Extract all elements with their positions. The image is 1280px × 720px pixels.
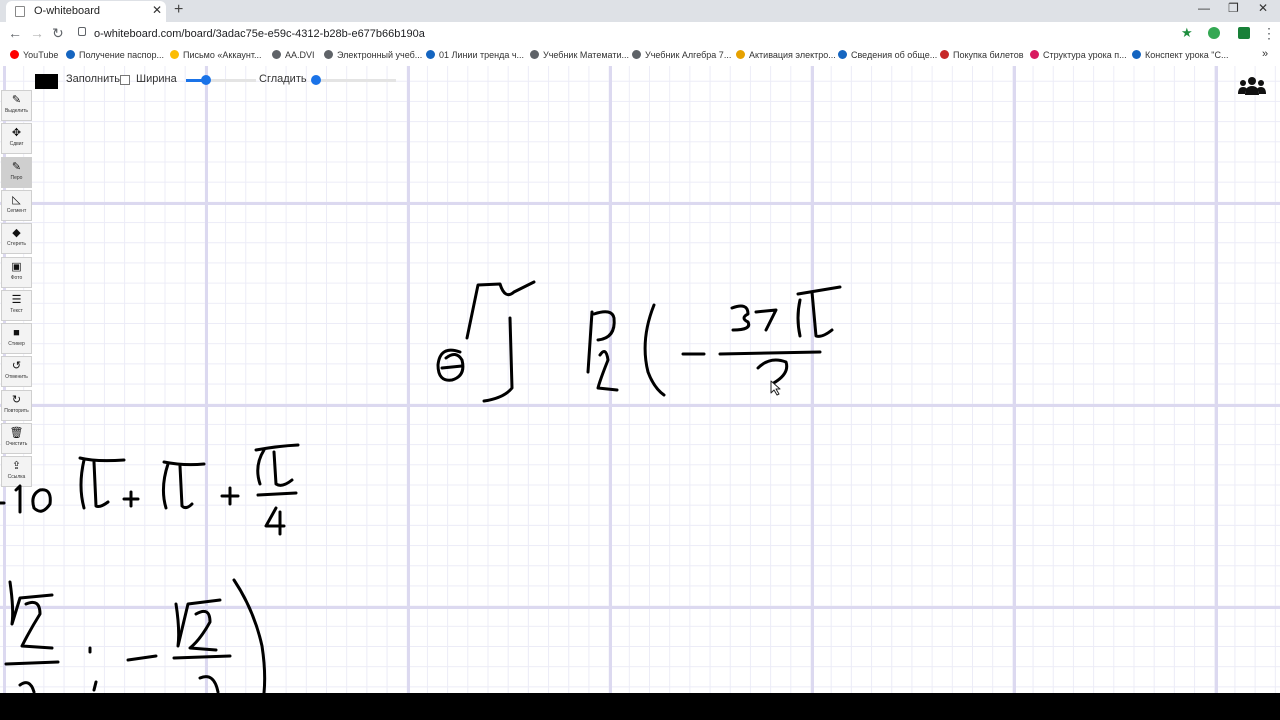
- ink-stroke: [482, 316, 514, 403]
- ink-stroke: [14, 484, 22, 514]
- ink-stroke: [586, 310, 594, 374]
- ink-stroke: [256, 448, 266, 486]
- ink-stroke: [730, 304, 751, 332]
- ink-stroke: [161, 462, 170, 510]
- ink-stroke: [162, 460, 206, 467]
- ink-stroke: [718, 350, 822, 356]
- ink-stroke: [178, 464, 194, 510]
- ink-stroke: [256, 491, 298, 497]
- ink-stroke: [220, 486, 240, 506]
- ink-stroke: [198, 675, 220, 693]
- ink-stroke: [172, 654, 232, 660]
- ink-stroke: [796, 298, 802, 338]
- ink-stroke: [264, 506, 286, 536]
- ink-stroke: [4, 660, 60, 666]
- ink-stroke: [122, 490, 140, 508]
- ink-stroke: [596, 350, 619, 392]
- ink-stroke: [126, 654, 158, 662]
- ink-stroke: [756, 358, 789, 386]
- bottom-black-bar: [0, 693, 1280, 720]
- ink-stroke: [592, 310, 616, 342]
- ink-stroke: [272, 450, 294, 487]
- ink-stroke: [92, 460, 110, 508]
- ink-stroke: [188, 609, 218, 652]
- ink-stroke: [31, 488, 52, 513]
- ink-stroke: [92, 680, 98, 692]
- ink-stroke: [465, 280, 536, 340]
- ink-stroke: [232, 578, 267, 693]
- ink-stroke: [754, 308, 778, 332]
- ink-stroke: [643, 303, 666, 397]
- ink-stroke: [796, 285, 842, 296]
- ink-stroke: [18, 681, 36, 693]
- handwriting-layer: [0, 280, 842, 693]
- ink-stroke: [78, 456, 126, 463]
- ink-stroke: [440, 364, 464, 370]
- ink-stroke: [254, 443, 300, 452]
- ink-stroke: [20, 600, 54, 650]
- ink-stroke: [79, 458, 86, 510]
- ink-stroke: [810, 290, 834, 338]
